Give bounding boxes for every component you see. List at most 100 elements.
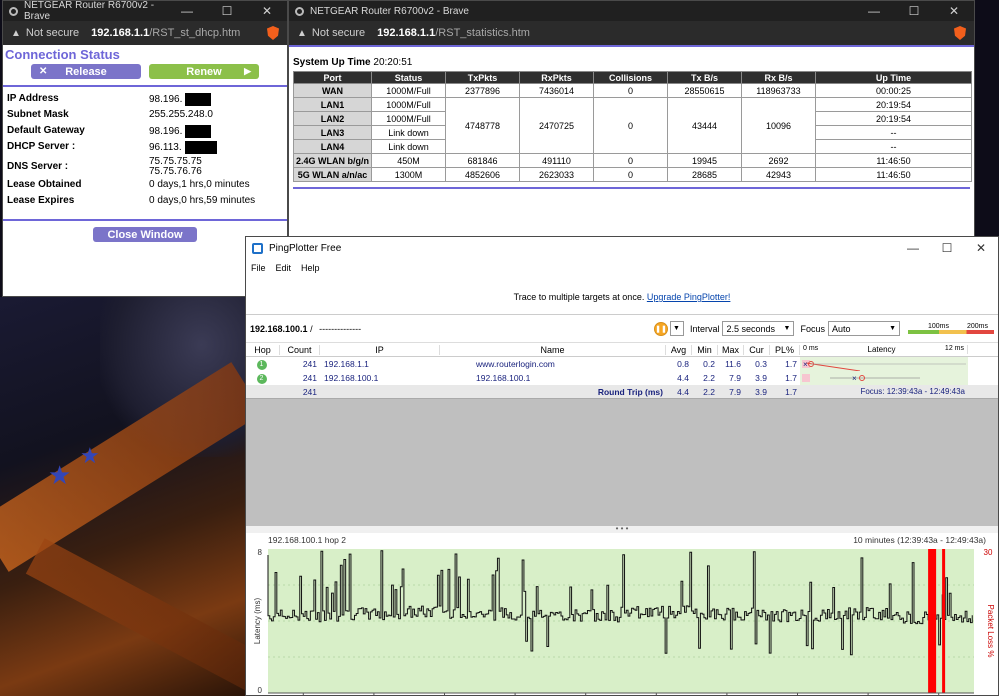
- col-txbs: Tx B/s: [667, 71, 742, 84]
- pause-dropdown[interactable]: ▼: [669, 321, 684, 336]
- gateway-label: Default Gateway: [7, 125, 85, 136]
- close-icon[interactable]: ✕: [934, 4, 974, 18]
- col-min[interactable]: Min: [692, 344, 718, 355]
- mask-value: 255.255.248.0: [149, 109, 213, 120]
- hop-number: 2: [256, 374, 267, 384]
- promo-banner: Trace to multiple targets at once. Upgra…: [246, 277, 998, 315]
- col-collisions: Collisions: [593, 71, 668, 84]
- minimize-icon[interactable]: —: [854, 4, 894, 18]
- col-cur[interactable]: Cur: [744, 344, 770, 355]
- col-avg[interactable]: Avg: [666, 344, 692, 355]
- close-icon[interactable]: ✕: [964, 241, 998, 255]
- maximize-icon[interactable]: ☐: [930, 241, 964, 255]
- maximize-icon[interactable]: ☐: [894, 4, 934, 18]
- graph-range[interactable]: 10 minutes (12:39:43a - 12:49:43a): [853, 535, 986, 545]
- address-bar[interactable]: ▲ Not secure 192.168.1.1 /RST_statistics…: [289, 21, 974, 45]
- focus-select[interactable]: Auto ▼: [828, 321, 900, 336]
- y-right-axis-label: Packet Loss %: [986, 605, 995, 658]
- window-title: NETGEAR Router R6700v2 - Brave: [310, 5, 469, 17]
- close-icon[interactable]: ✕: [247, 4, 287, 18]
- url-host[interactable]: 192.168.1.1: [91, 27, 149, 39]
- table-row: WAN 1000M/Full 2377896 7436014 0 2855061…: [293, 83, 972, 98]
- title-bar: PingPlotter Free — ☐ ✕: [246, 237, 998, 259]
- y-right-tick: 30: [984, 548, 993, 557]
- col-rxbs: Rx B/s: [741, 71, 816, 84]
- table-row: 2.4G WLAN b/g/n 450M 681846 491110 0 199…: [293, 153, 972, 168]
- menu-file[interactable]: File: [251, 263, 266, 273]
- maximize-icon[interactable]: ☐: [207, 4, 247, 18]
- pingplotter-icon: [252, 242, 263, 254]
- warning-icon[interactable]: ▲: [297, 28, 307, 39]
- col-status: Status: [371, 71, 446, 84]
- close-window-button[interactable]: Close Window: [93, 227, 197, 242]
- packet-loss-bar: [942, 549, 946, 693]
- col-name[interactable]: Name: [440, 344, 666, 355]
- col-ip[interactable]: IP: [320, 344, 440, 355]
- col-latency[interactable]: 0 ms Latency 12 ms: [800, 345, 968, 354]
- redaction: [184, 141, 217, 154]
- address-bar[interactable]: ▲ Not secure 192.168.1.1 /RST_st_dhcp.ht…: [3, 21, 287, 45]
- app-icon: [295, 6, 304, 16]
- menu-bar: File Edit Help: [246, 259, 998, 277]
- splitter-handle[interactable]: • • •: [246, 525, 998, 533]
- interval-select[interactable]: 2.5 seconds ▼: [722, 321, 795, 336]
- pause-button[interactable]: ❚❚: [653, 321, 668, 336]
- release-button[interactable]: ✕ Release: [31, 64, 141, 79]
- uptime-value: 20:20:51: [373, 57, 413, 68]
- redaction: [185, 93, 212, 106]
- lease-obtained-label: Lease Obtained: [7, 179, 82, 190]
- wallpaper-beam-2: [25, 538, 245, 696]
- brave-shield-icon[interactable]: [267, 26, 279, 40]
- col-hop[interactable]: Hop: [246, 344, 280, 355]
- minimize-icon[interactable]: —: [167, 4, 207, 18]
- y-tick-top: 8: [258, 548, 263, 557]
- url-path[interactable]: /RST_statistics.htm: [435, 27, 530, 39]
- toolbar: 192.168.100.1 / -------------- ❚❚ ▼ Inte…: [246, 315, 998, 343]
- graph-title: 192.168.100.1 hop 2: [268, 535, 346, 545]
- warning-icon[interactable]: ▲: [11, 28, 21, 39]
- hops-header: Hop Count IP Name Avg Min Max Cur PL% 0 …: [246, 343, 998, 357]
- y-tick-bottom: 0: [258, 686, 263, 695]
- mask-label: Subnet Mask: [7, 109, 69, 120]
- hop-number: 1: [256, 360, 267, 370]
- col-uptime: Up Time: [815, 71, 972, 84]
- window-title: PingPlotter Free: [269, 242, 342, 254]
- minimize-icon[interactable]: —: [896, 241, 930, 255]
- latency-scale: 100ms 200ms: [908, 323, 994, 334]
- system-uptime: System Up Time 20:20:51: [289, 47, 974, 71]
- focus-label: Focus: [800, 323, 825, 334]
- renew-button[interactable]: Renew ▶: [149, 64, 259, 79]
- not-secure-label[interactable]: Not secure: [26, 27, 79, 39]
- upgrade-link[interactable]: Upgrade PingPlotter!: [647, 292, 731, 302]
- brave-shield-icon[interactable]: [954, 26, 966, 40]
- port-statistics-table: Port Status TxPkts RxPkts Collisions Tx …: [293, 71, 972, 182]
- col-max[interactable]: Max: [718, 344, 744, 355]
- x-icon: ✕: [39, 66, 48, 77]
- svg-text:×: ×: [803, 360, 808, 369]
- latency-graph[interactable]: 8030Latency (ms)Packet Loss %12:40a12:41…: [246, 533, 998, 695]
- col-rxpkts: RxPkts: [519, 71, 594, 84]
- hop-row[interactable]: 1 241 192.168.1.1 www.routerlogin.com 0.…: [246, 357, 998, 371]
- table-row: 5G WLAN a/n/ac 1300M 4852606 2623033 0 2…: [293, 167, 972, 182]
- menu-edit[interactable]: Edit: [276, 263, 292, 273]
- app-icon: [9, 6, 18, 16]
- col-pl[interactable]: PL%: [770, 344, 800, 355]
- statistics-browser-window: NETGEAR Router R6700v2 - Brave — ☐ ✕ ▲ N…: [288, 0, 975, 238]
- ip-label: IP Address: [7, 93, 59, 104]
- menu-help[interactable]: Help: [301, 263, 320, 273]
- col-txpkts: TxPkts: [445, 71, 520, 84]
- url-path[interactable]: /RST_st_dhcp.htm: [149, 27, 240, 39]
- ip-value: 98.196.: [149, 93, 283, 109]
- table-row: LAN1 1000M/Full 4748778 2470725 0 43444 …: [293, 97, 972, 154]
- dns-label: DNS Server :: [7, 161, 69, 172]
- col-count[interactable]: Count: [280, 344, 320, 355]
- dns-value: 75.75.75.75 75.75.76.76: [149, 156, 202, 177]
- not-secure-label[interactable]: Not secure: [312, 27, 365, 39]
- window-title: NETGEAR Router R6700v2 - Brave: [24, 0, 155, 22]
- lease-obtained-value: 0 days,1 hrs,0 minutes: [149, 179, 250, 190]
- url-host[interactable]: 192.168.1.1: [377, 27, 435, 39]
- latency-bar: ×: [800, 371, 968, 385]
- table-header: Port Status TxPkts RxPkts Collisions Tx …: [293, 71, 972, 84]
- hop-row[interactable]: 2 241 192.168.100.1 192.168.100.1 4.4 2.…: [246, 371, 998, 385]
- redaction: [185, 125, 212, 138]
